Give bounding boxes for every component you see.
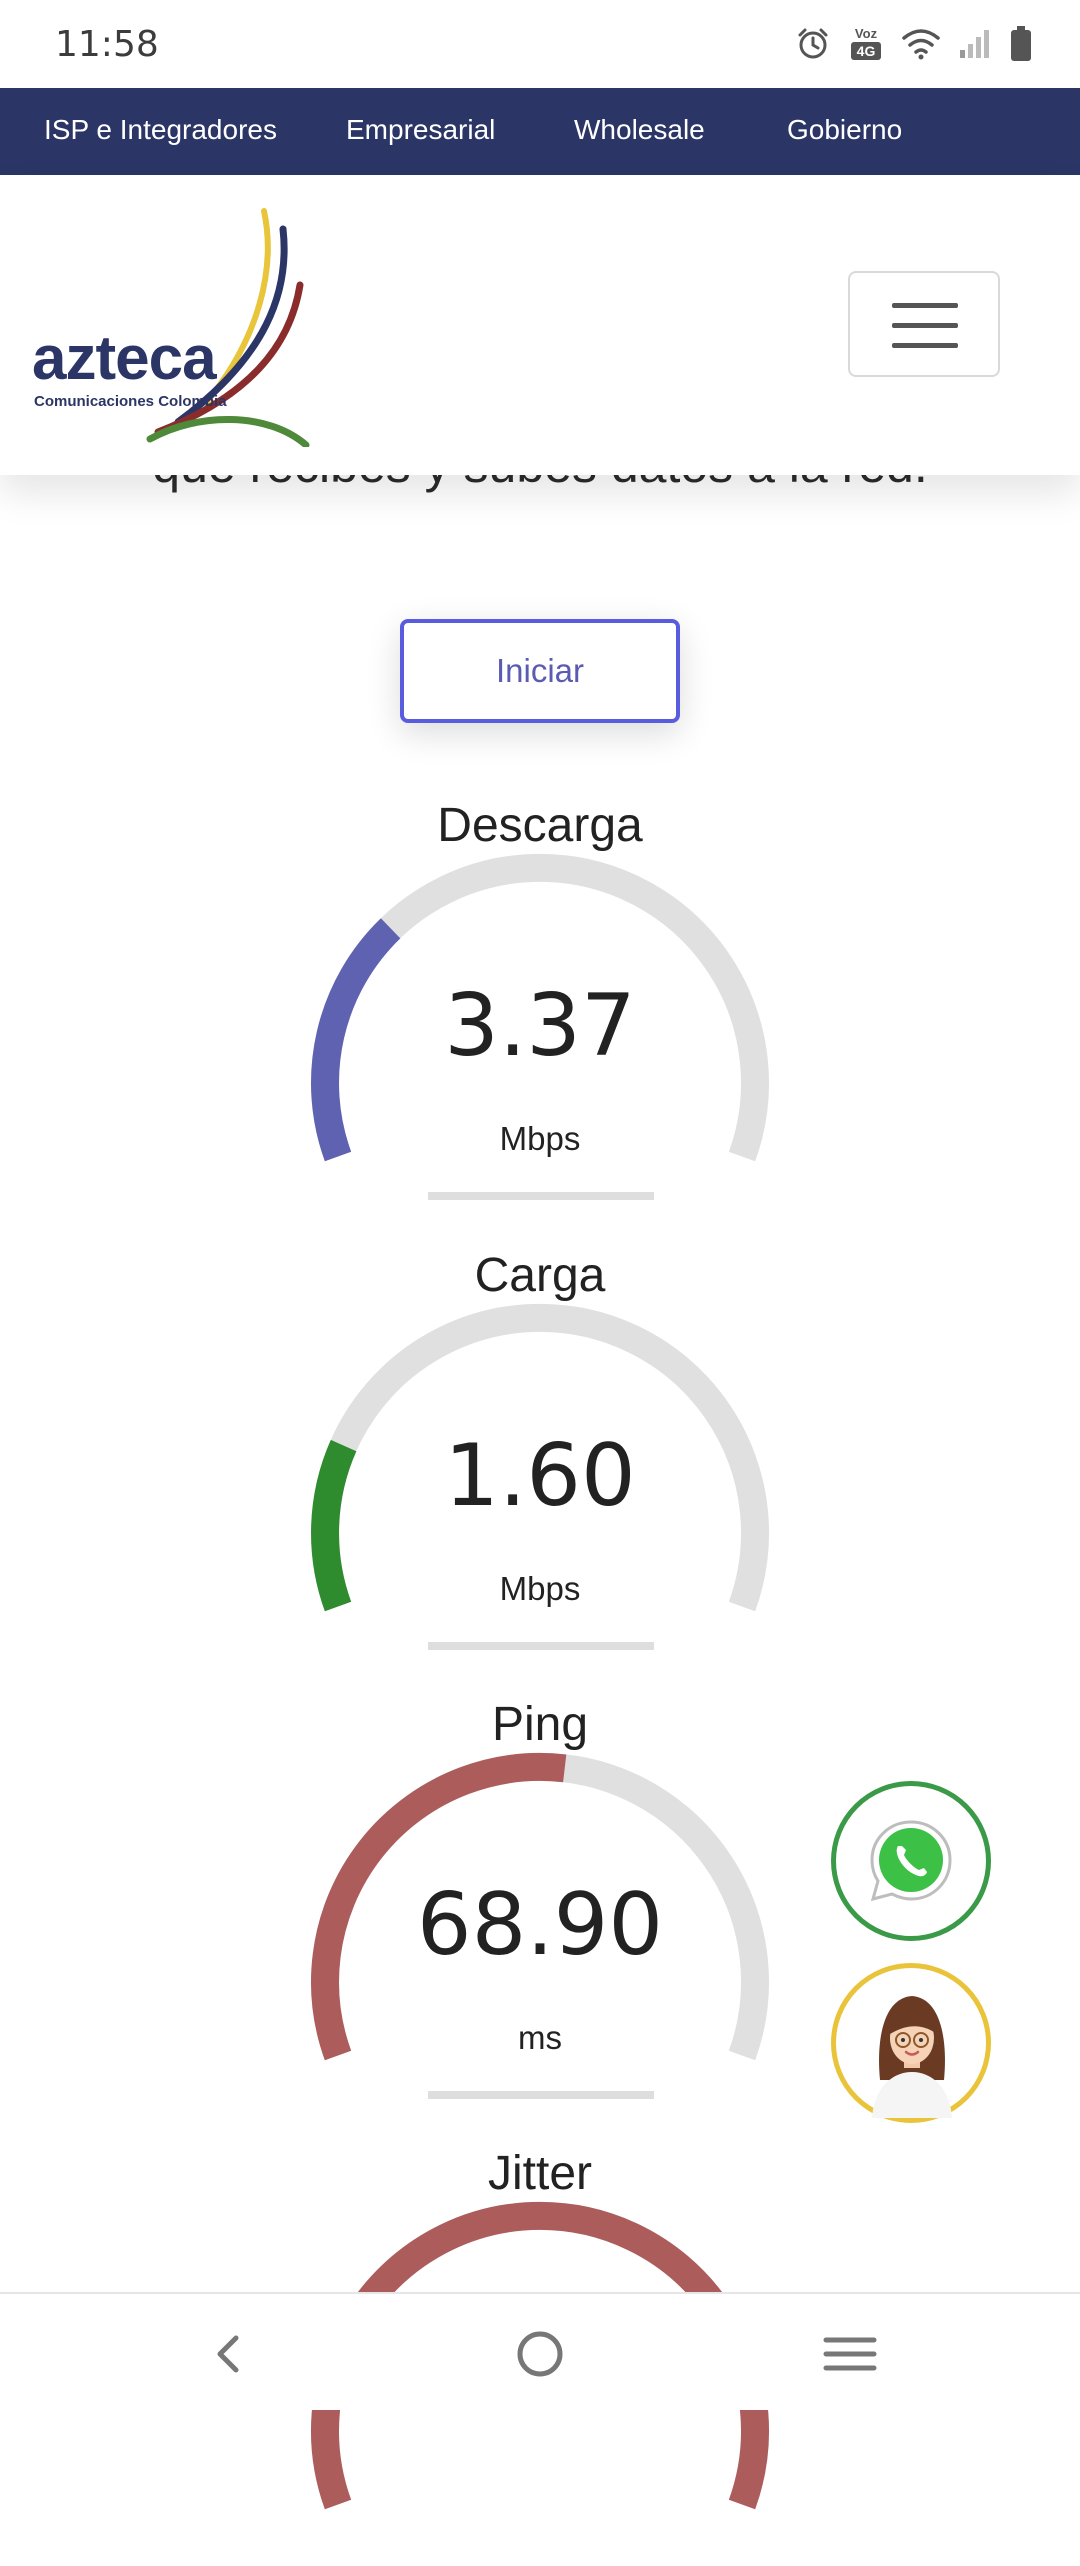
logo-subtitle: Comunicaciones Colombia (34, 393, 227, 410)
gauge-divider (428, 2091, 654, 2099)
gauge-unit: Mbps (499, 1570, 581, 1607)
gauge-divider (428, 1192, 654, 1200)
hamburger-icon-bar (892, 323, 958, 328)
wifi-icon (902, 29, 940, 60)
hamburger-icon-bar (892, 343, 958, 348)
top-nav: ISP e Integradores Empresarial Wholesale… (0, 88, 1080, 175)
status-time: 11:58 (55, 24, 159, 65)
system-nav-bar (0, 2292, 1080, 2410)
network-label: 4G (857, 43, 876, 59)
assistant-avatar-icon (872, 1996, 952, 2118)
status-bar: 11:58 Voz 4G (0, 0, 1080, 88)
logo-wordmark: azteca (32, 324, 217, 393)
battery-icon (1011, 26, 1031, 61)
gauge-value: 1.60 (444, 1426, 636, 1526)
site-header: azteca Comunicaciones Colombia (0, 175, 1080, 475)
signal-icon (960, 30, 989, 58)
gauge-divider (428, 1642, 654, 1650)
gauge-value: 3.37 (444, 976, 636, 1076)
gauge-download: Descarga 3.37 Mbps (300, 798, 780, 1218)
volte-label: Voz (855, 26, 878, 41)
gauge-title: Ping (491, 1698, 589, 1751)
whatsapp-icon (870, 1820, 952, 1902)
nav-wholesale[interactable]: Wholesale (574, 114, 705, 146)
gauge-unit: ms (518, 2019, 562, 2056)
menu-toggle-button[interactable] (848, 271, 1000, 377)
gauge-title: Jitter (487, 2147, 592, 2200)
start-test-button[interactable]: Iniciar (400, 619, 680, 723)
gauge-ping: Ping 68.90 ms (300, 1697, 780, 2117)
whatsapp-button[interactable] (831, 1781, 991, 1941)
volte-4g-icon: Voz 4G (851, 26, 881, 60)
nav-gobierno[interactable]: Gobierno (787, 114, 902, 146)
gauge-title: Descarga (437, 799, 643, 852)
gauge-title: Carga (474, 1249, 606, 1302)
status-icons: Voz 4G (796, 22, 1032, 66)
azteca-logo[interactable]: azteca Comunicaciones Colombia (28, 207, 328, 447)
gauge-value: 68.90 (416, 1875, 664, 1975)
gauge-unit: Mbps (499, 1120, 581, 1157)
home-icon[interactable] (510, 2324, 570, 2384)
hamburger-icon (892, 303, 958, 308)
recents-icon[interactable] (820, 2324, 880, 2384)
gauge-upload: Carga 1.60 Mbps (300, 1248, 780, 1668)
nav-empresarial[interactable]: Empresarial (346, 114, 495, 146)
nav-isp-integradores[interactable]: ISP e Integradores (44, 114, 277, 146)
alarm-icon (798, 28, 828, 59)
assistant-chat-button[interactable] (831, 1963, 991, 2123)
back-icon[interactable] (198, 2324, 258, 2384)
